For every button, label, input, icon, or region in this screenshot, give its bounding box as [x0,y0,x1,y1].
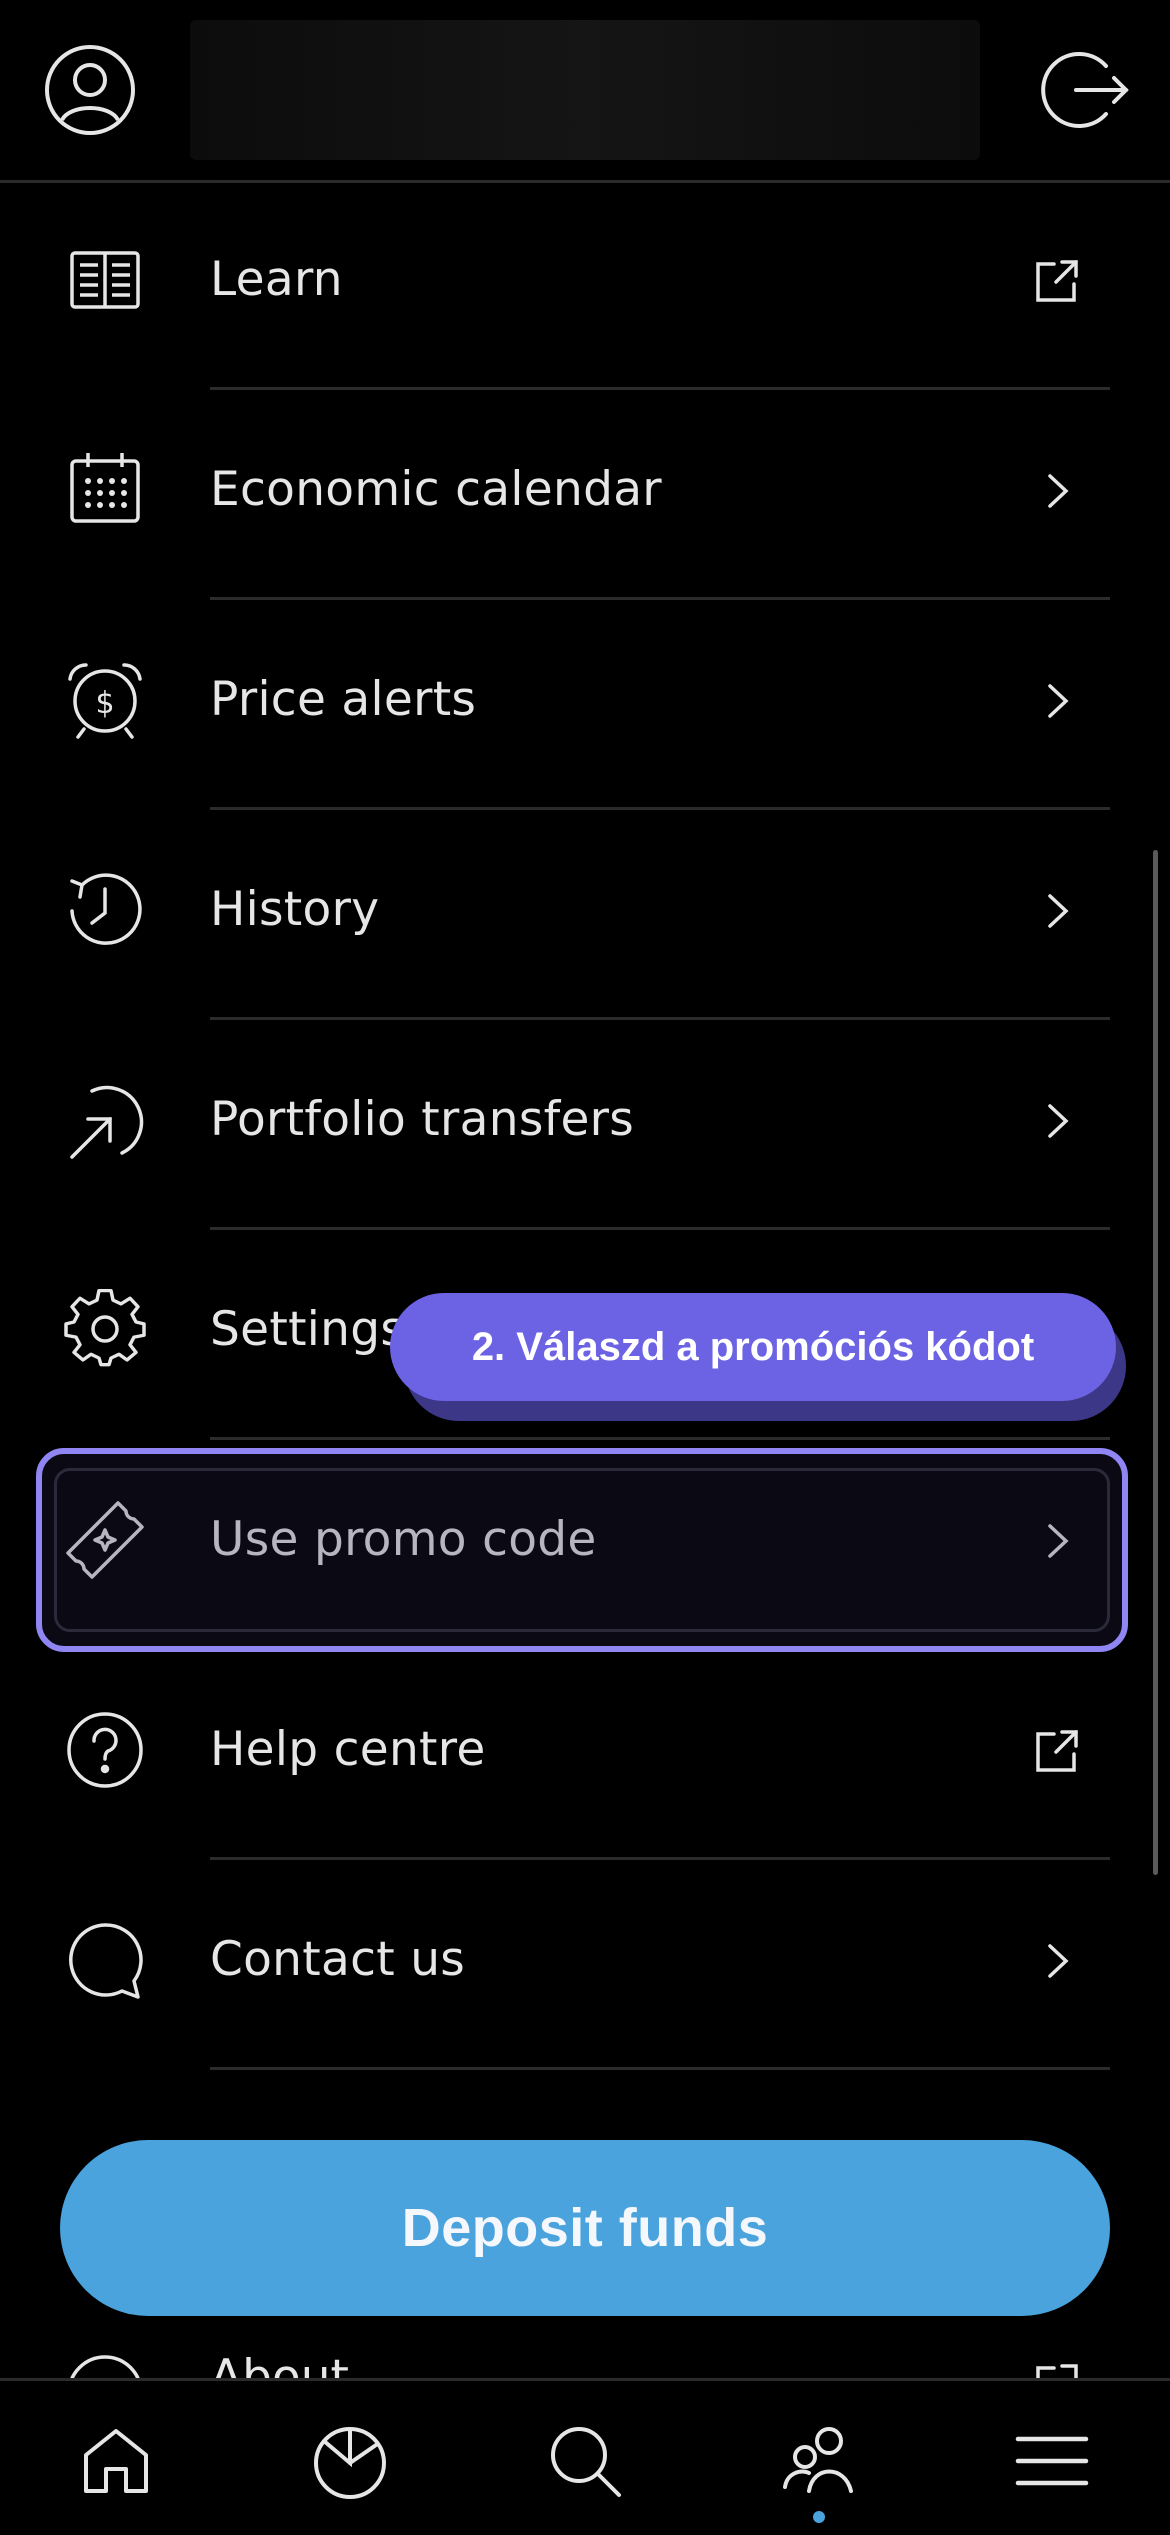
calendar-icon [62,447,148,533]
external-link-icon [1032,256,1082,306]
menu-item-label: Settings [210,1302,406,1357]
menu-item-label: Price alerts [210,672,477,727]
active-tab-indicator [813,2511,825,2523]
question-circle-icon [62,1707,148,1793]
chevron-right-icon [1032,1096,1082,1146]
menu-item-help-centre[interactable]: Help centre [0,1650,1170,1860]
menu-icon [1015,2436,1089,2486]
instruction-tooltip: 2. Válaszd a promóciós kódot [390,1293,1116,1401]
alarm-clock-dollar-icon: $ [62,657,148,743]
tab-social[interactable] [779,2421,859,2501]
scrollbar[interactable] [1153,850,1158,1875]
user-circle-icon[interactable] [42,42,138,138]
menu-item-label: Portfolio transfers [210,1092,635,1147]
menu-item-about-label: About [210,2350,349,2378]
tab-menu[interactable] [1012,2421,1092,2501]
external-link-icon [1032,1726,1082,1776]
menu-item-learn[interactable]: Learn [0,180,1170,390]
portfolio-pie-icon [314,2427,386,2499]
tab-portfolio[interactable] [310,2421,390,2501]
home-icon [84,2429,148,2493]
svg-text:$: $ [95,686,114,721]
gear-icon [62,1287,148,1373]
menu-item-label: History [210,882,380,937]
social-people-icon [783,2427,853,2493]
tab-home[interactable] [76,2421,156,2501]
menu-item-label: Help centre [210,1722,486,1777]
divider [210,2067,1110,2070]
menu-item-label: Economic calendar [210,462,662,517]
menu-item-contact-us[interactable]: Contact us [0,1860,1170,2070]
history-clock-icon [62,867,148,953]
chevron-right-icon [1032,1936,1082,1986]
info-circle-icon [62,2350,148,2378]
chevron-right-icon [1032,676,1082,726]
logout-icon[interactable] [1036,42,1132,138]
deposit-funds-button[interactable]: Deposit funds [60,2140,1110,2316]
menu-item-label: Contact us [210,1932,466,1987]
chevron-right-icon [1032,466,1082,516]
account-name-redacted [190,20,980,160]
menu-item-history[interactable]: History [0,810,1170,1020]
menu-item-economic-calendar[interactable]: Economic calendar [0,390,1170,600]
search-icon [551,2427,621,2497]
chat-bubble-icon [62,1917,148,2003]
tab-search[interactable] [545,2421,625,2501]
transfer-arrow-icon [62,1077,148,1163]
chevron-right-icon [1032,886,1082,936]
menu-item-price-alerts[interactable]: $ Price alerts [0,600,1170,810]
promo-code-highlight-inner [54,1468,1110,1632]
menu-item-portfolio-transfers[interactable]: Portfolio transfers [0,1020,1170,1230]
book-icon [62,237,148,323]
external-link-icon [1032,2360,1082,2378]
bottom-tab-bar [0,2378,1170,2535]
menu-item-label: Learn [210,252,343,307]
top-bar [0,0,1170,183]
